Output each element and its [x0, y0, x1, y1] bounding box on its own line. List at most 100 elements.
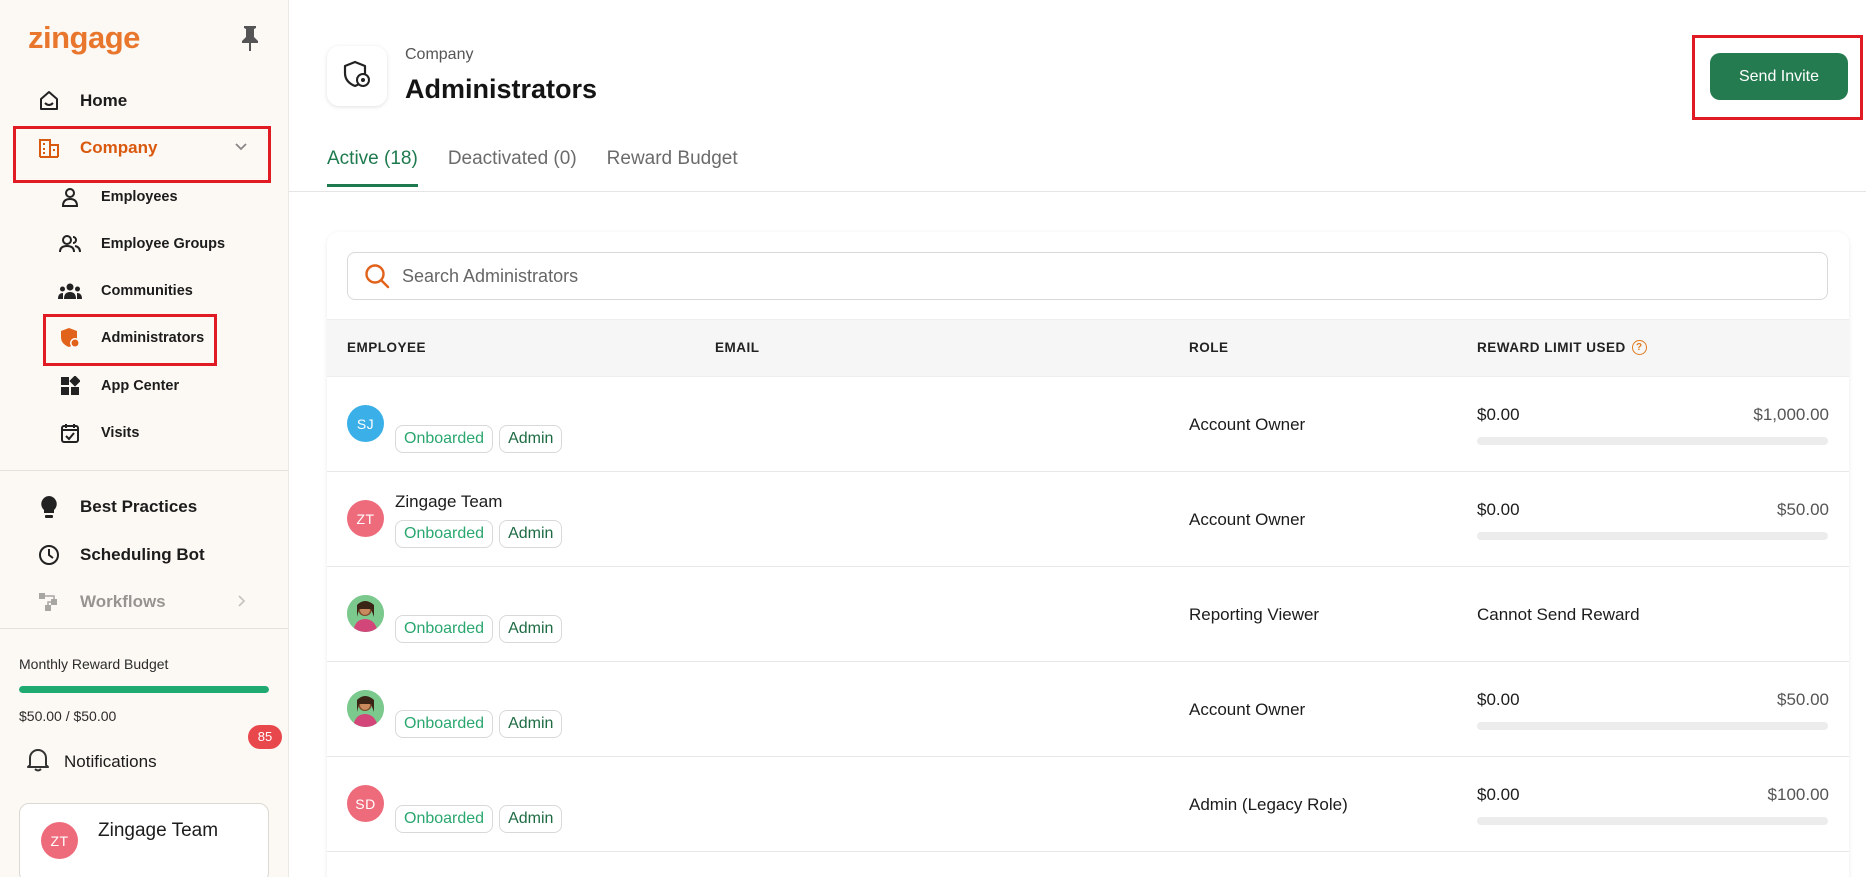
page-icon: [327, 46, 387, 106]
sidebar-item-communities[interactable]: Communities: [58, 273, 193, 309]
community-icon: [58, 279, 82, 303]
status-badge: Onboarded: [395, 710, 494, 738]
apps-icon: [58, 374, 82, 398]
status-pills: Onboarded Admin: [395, 520, 568, 548]
search-input[interactable]: [402, 265, 1782, 287]
reward-progress-bar: [1477, 532, 1828, 540]
sidebar-item-label: Visits: [101, 425, 140, 441]
avatar: SJ: [347, 405, 384, 442]
reward-progress-bar: [1477, 722, 1828, 730]
search-field[interactable]: [347, 252, 1828, 300]
status-pills: Onboarded Admin: [395, 710, 568, 738]
reward-limit: $50.00: [1777, 690, 1829, 709]
table-row[interactable]: SD Onboarded Admin Admin (Legacy Role) $0.00…: [327, 757, 1849, 852]
zingage-logo[interactable]: zingage: [28, 20, 140, 56]
admin-badge: Admin: [499, 520, 563, 548]
reward-progress-bar: [1477, 437, 1828, 445]
breadcrumb[interactable]: Company: [405, 46, 473, 64]
lightbulb-icon: [36, 494, 62, 520]
sidebar-item-app-center[interactable]: App Center: [58, 368, 179, 404]
reward-limit: $100.00: [1767, 785, 1829, 804]
admin-shield-icon: [343, 60, 371, 93]
pin-icon[interactable]: [238, 24, 262, 52]
sidebar-item-visits[interactable]: Visits: [58, 415, 139, 451]
avatar: SD: [347, 785, 384, 822]
nav-scheduling-bot[interactable]: Scheduling Bot: [14, 533, 270, 577]
table-row[interactable]: Onboarded Admin Reporting Viewer Cannot Sen…: [327, 567, 1849, 662]
column-employee[interactable]: EMPLOYEE: [347, 340, 426, 355]
monthly-budget-label: Monthly Reward Budget: [19, 656, 169, 672]
search-icon: [364, 263, 390, 289]
column-role[interactable]: ROLE: [1189, 340, 1229, 355]
budget-progress-fill: [19, 686, 269, 693]
sidebar-item-label: Employees: [101, 189, 178, 205]
nav-best-practices-label: Best Practices: [80, 497, 198, 516]
bell-icon: [26, 746, 50, 777]
table-row[interactable]: SJ Onboarded Admin Account Owner $0.00 $1,000…: [327, 377, 1849, 472]
admin-badge: Admin: [499, 710, 563, 738]
reward-used: $0.00: [1477, 785, 1520, 804]
sidebar-item-employee-groups[interactable]: Employee Groups: [58, 226, 225, 262]
column-reward-limit[interactable]: REWARD LIMIT USED ?: [1477, 340, 1647, 355]
nav-workflows-label: Workflows: [80, 592, 166, 611]
role-value: Account Owner: [1189, 415, 1306, 434]
budget-progress-bar: [19, 686, 269, 693]
highlight-administrators: [43, 314, 217, 366]
sidebar-item-label: Employee Groups: [101, 236, 226, 252]
status-badge: Onboarded: [395, 805, 494, 833]
nav-home[interactable]: Home: [14, 79, 270, 123]
monthly-budget-value: $50.00 / $50.00: [19, 708, 117, 724]
person-icon: [58, 185, 82, 209]
workflow-icon: [36, 589, 62, 615]
status-pills: Onboarded Admin: [395, 425, 568, 453]
nav-workflows[interactable]: Workflows: [14, 580, 270, 624]
sidebar: zingage Home Company Employees Employee …: [0, 0, 289, 877]
table-row[interactable]: Onboarded Admin Account Owner $0.00 $50.00: [327, 662, 1849, 757]
tabs-divider: [289, 191, 1866, 192]
role-value: Reporting Viewer: [1189, 605, 1320, 624]
help-icon[interactable]: ?: [1631, 340, 1647, 355]
status-pills: Onboarded Admin: [395, 615, 568, 643]
reward-limit: $50.00: [1777, 500, 1829, 519]
status-badge: Onboarded: [395, 425, 494, 453]
user-menu[interactable]: ZT Zingage Team: [19, 803, 269, 877]
people-icon: [58, 232, 82, 256]
clock-icon: [36, 542, 62, 568]
tab-deactivated[interactable]: Deactivated (0): [448, 148, 577, 187]
avatar: [347, 595, 384, 632]
tab-reward-budget[interactable]: Reward Budget: [607, 148, 738, 187]
highlight-company: [13, 126, 271, 183]
notifications-label: Notifications: [64, 751, 157, 771]
reward-status: Cannot Send Reward: [1477, 605, 1640, 624]
administrators-table: EMPLOYEE EMAIL ROLE REWARD LIMIT USED ? …: [327, 232, 1849, 877]
chevron-right-icon: [234, 594, 248, 613]
column-reward-limit-label: REWARD LIMIT USED: [1477, 340, 1626, 355]
table-header: EMPLOYEE EMAIL ROLE REWARD LIMIT USED ?: [327, 319, 1849, 377]
sidebar-item-label: Communities: [101, 283, 193, 299]
notification-count-badge: 85: [248, 725, 282, 749]
tabs: Active (18) Deactivated (0) Reward Budge…: [327, 148, 768, 187]
nav-home-label: Home: [80, 91, 128, 110]
notifications-link[interactable]: Notifications: [26, 746, 157, 777]
sidebar-item-label: App Center: [101, 378, 180, 394]
status-pills: Onboarded Admin: [395, 805, 568, 833]
column-email[interactable]: EMAIL: [715, 340, 760, 355]
home-icon: [36, 88, 62, 114]
sidebar-divider: [0, 470, 288, 471]
sidebar-item-employees[interactable]: Employees: [58, 179, 178, 215]
avatar: ZT: [41, 822, 78, 859]
tab-active[interactable]: Active (18): [327, 148, 418, 187]
nav-scheduling-bot-label: Scheduling Bot: [80, 545, 205, 564]
table-row[interactable]: ZT Zingage Team Onboarded Admin Account Owne…: [327, 472, 1849, 567]
nav-best-practices[interactable]: Best Practices: [14, 485, 270, 529]
admin-badge: Admin: [499, 615, 563, 643]
admin-badge: Admin: [499, 425, 563, 453]
calendar-check-icon: [58, 421, 82, 445]
avatar: [347, 690, 384, 727]
reward-used: $0.00: [1477, 690, 1520, 709]
avatar: ZT: [347, 500, 384, 537]
role-value: Admin (Legacy Role): [1189, 795, 1348, 814]
status-badge: Onboarded: [395, 615, 494, 643]
reward-used: $0.00: [1477, 500, 1520, 519]
sidebar-divider: [0, 628, 288, 629]
